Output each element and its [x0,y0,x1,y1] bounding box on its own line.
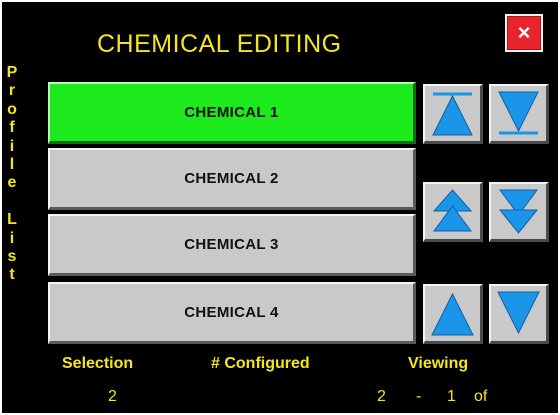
chemical-editing-screen: CHEMICAL EDITING × P r o f i l e L i s t… [2,2,558,413]
side-label-char: i [9,229,15,247]
scroll-up-button[interactable] [423,284,483,344]
selection-value: 2 [108,388,117,405]
jump-to-bottom-button[interactable] [489,84,549,144]
close-icon: × [517,20,531,45]
viewing-start-value: 1 [447,388,456,405]
side-label-char: l [9,156,15,174]
side-label-char: e [7,174,17,192]
page-title: CHEMICAL EDITING [97,30,342,58]
viewing-of-text: of [474,388,488,405]
chemical-item-1[interactable]: CHEMICAL 1 [48,82,416,144]
scroll-down-button[interactable] [489,284,549,344]
arrow-up-icon [431,292,474,336]
side-label-char: o [7,100,17,118]
close-button[interactable]: × [505,14,543,52]
side-label-char: L [7,211,17,229]
side-label-char: t [9,266,15,284]
selection-label: Selection [62,355,134,372]
page-down-icon [498,189,539,234]
chemical-label: CHEMICAL 2 [184,170,279,187]
jump-to-top-button[interactable] [423,84,483,144]
configured-value: 2 [377,388,386,405]
chemical-item-2[interactable]: CHEMICAL 2 [48,148,416,210]
chemical-label: CHEMICAL 3 [184,236,279,253]
jump-to-bottom-icon [498,91,539,135]
viewing-label: Viewing [408,355,469,372]
side-label-char: s [7,248,17,266]
page-down-button[interactable] [489,182,549,242]
chemical-label: CHEMICAL 1 [184,104,279,121]
page-up-button[interactable] [423,182,483,242]
side-label-char: P [6,64,18,81]
page-up-icon [432,189,473,232]
arrow-down-icon [497,291,540,335]
chemical-item-3[interactable]: CHEMICAL 3 [48,214,416,276]
side-label-char: f [9,119,15,137]
side-label-char [4,193,20,211]
viewing-dash: - [416,388,422,405]
side-label-char: r [8,82,16,100]
chemical-label: CHEMICAL 4 [184,304,279,321]
configured-label: # Configured [211,355,310,372]
side-label-char: i [9,137,15,155]
jump-to-top-icon [432,92,473,136]
profile-list-label: P r o f i l e L i s t [4,64,20,285]
chemical-item-4[interactable]: CHEMICAL 4 [48,282,416,344]
